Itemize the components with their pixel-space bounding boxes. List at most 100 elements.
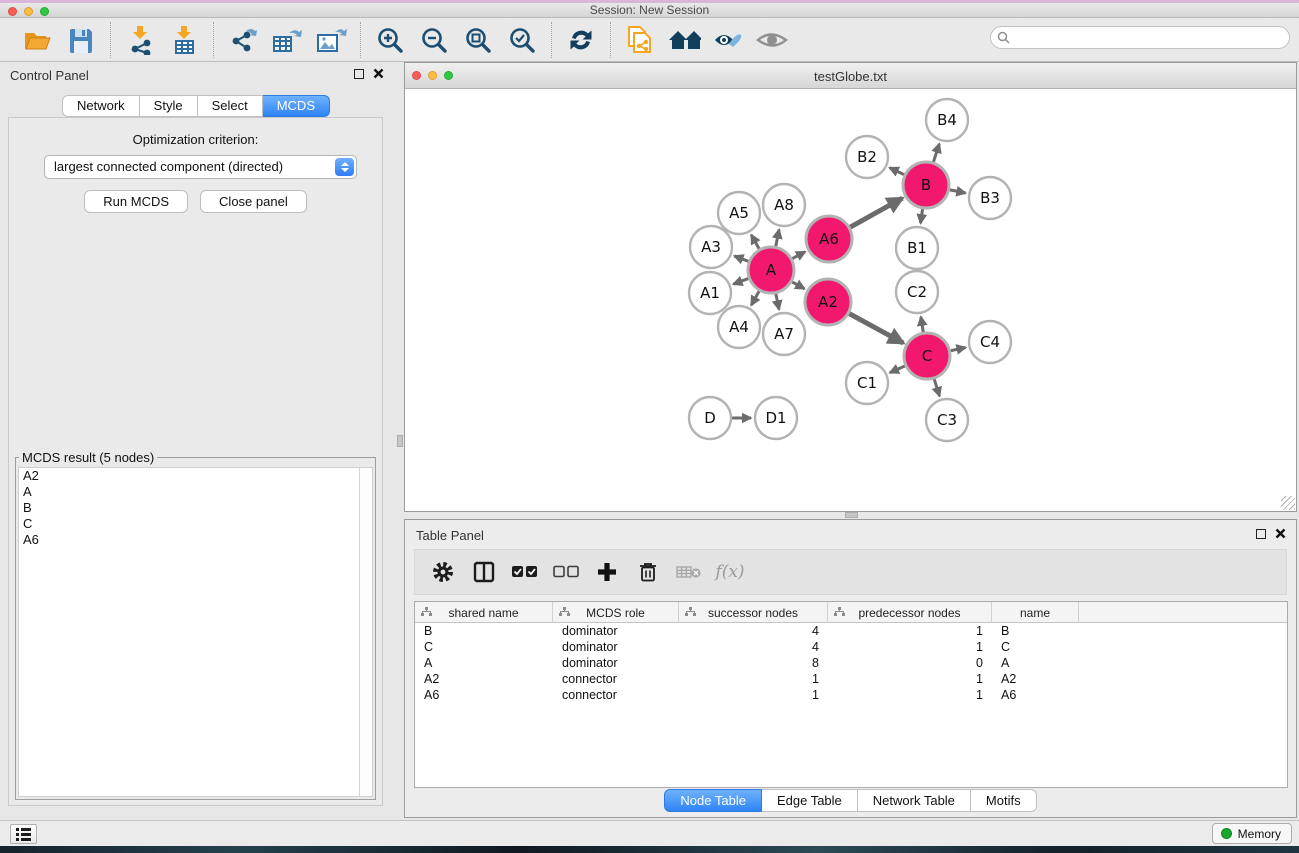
edit-visibility-icon[interactable] xyxy=(711,24,745,56)
float-panel-icon[interactable] xyxy=(354,69,364,79)
graph-node-D1[interactable]: D1 xyxy=(755,397,797,439)
export-table-icon[interactable] xyxy=(270,24,304,56)
add-row-icon[interactable] xyxy=(591,556,623,588)
graph-node-B4[interactable]: B4 xyxy=(926,99,968,141)
search-icon xyxy=(997,31,1010,44)
home-icon[interactable] xyxy=(667,24,701,56)
tab-mcds[interactable]: MCDS xyxy=(263,95,330,117)
delete-table-disabled-icon xyxy=(673,556,705,588)
table-cell: C xyxy=(992,639,1079,655)
table-cell: 1 xyxy=(679,671,828,687)
tab-network[interactable]: Network xyxy=(62,95,140,117)
zoom-in-icon[interactable] xyxy=(373,24,407,56)
graph-node-C2[interactable]: C2 xyxy=(896,271,938,313)
memory-button[interactable]: Memory xyxy=(1212,823,1292,844)
graph-node-C3[interactable]: C3 xyxy=(926,399,968,441)
close-panel-icon[interactable] xyxy=(1275,528,1286,539)
import-table-icon[interactable] xyxy=(167,24,201,56)
graph-node-B3[interactable]: B3 xyxy=(969,177,1011,219)
mcds-result-item[interactable]: A6 xyxy=(19,532,372,548)
refresh-layout-icon[interactable] xyxy=(564,24,598,56)
show-hidden-eye-icon[interactable] xyxy=(755,24,789,56)
export-network-icon[interactable] xyxy=(226,24,260,56)
tab-motifs[interactable]: Motifs xyxy=(971,789,1037,812)
column-header-name[interactable]: name xyxy=(992,602,1079,623)
graph-node-A4[interactable]: A4 xyxy=(718,306,760,348)
search-input[interactable] xyxy=(990,26,1290,49)
table-row[interactable]: Cdominator41C xyxy=(415,639,1287,655)
column-header-filler xyxy=(1079,602,1287,623)
export-image-icon[interactable] xyxy=(314,24,348,56)
select-all-checkboxes-icon[interactable] xyxy=(509,556,541,588)
mcds-result-list[interactable]: A2ABCA6 xyxy=(18,467,373,797)
zoom-fit-icon[interactable] xyxy=(461,24,495,56)
table-cell: B xyxy=(415,623,553,639)
network-canvas[interactable]: B4 B2 B B3 A8A5 A6 A3 B1 A A1 C2 A2 A4A7 C4 C C1 D D1 C3 xyxy=(405,89,1296,511)
control-panel-title: Control Panel xyxy=(10,68,89,83)
mcds-result-item[interactable]: B xyxy=(19,500,372,516)
tab-network-table[interactable]: Network Table xyxy=(858,789,971,812)
mcds-result-item[interactable]: A xyxy=(19,484,372,500)
open-session-icon[interactable] xyxy=(20,24,54,56)
tab-node-table[interactable]: Node Table xyxy=(664,789,762,812)
window-resize-grip[interactable] xyxy=(1281,496,1295,510)
graph-node-A3[interactable]: A3 xyxy=(690,226,732,268)
toolbar-separator xyxy=(551,22,552,58)
list-scrollbar[interactable] xyxy=(359,468,372,796)
deselect-all-checkboxes-icon[interactable] xyxy=(550,556,582,588)
svg-text:B4: B4 xyxy=(937,111,957,129)
duplicate-network-icon[interactable] xyxy=(623,24,657,56)
mcds-result-item[interactable]: A2 xyxy=(19,468,372,484)
zoom-selected-icon[interactable] xyxy=(505,24,539,56)
table-cell: dominator xyxy=(553,655,679,671)
split-columns-icon[interactable] xyxy=(468,556,500,588)
graph-node-D[interactable]: D xyxy=(689,397,731,439)
graph-node-B2[interactable]: B2 xyxy=(846,136,888,178)
svg-text:A2: A2 xyxy=(818,293,838,311)
criterion-dropdown[interactable]: largest connected component (directed) xyxy=(44,155,357,179)
graph-node-C[interactable]: C xyxy=(904,333,950,379)
table-cell: A xyxy=(415,655,553,671)
graph-node-A8[interactable]: A8 xyxy=(763,184,805,226)
column-header-successor-nodes[interactable]: successor nodes xyxy=(679,602,828,623)
graph-node-B1[interactable]: B1 xyxy=(896,227,938,269)
graph-node-A6[interactable]: A6 xyxy=(806,216,852,262)
zoom-out-icon[interactable] xyxy=(417,24,451,56)
graph-node-A7[interactable]: A7 xyxy=(763,313,805,355)
close-panel-icon[interactable] xyxy=(373,68,384,79)
settings-gear-icon[interactable] xyxy=(427,556,459,588)
svg-text:C: C xyxy=(922,347,932,365)
close-panel-button[interactable]: Close panel xyxy=(200,190,307,213)
tab-style[interactable]: Style xyxy=(140,95,198,117)
graph-node-A2[interactable]: A2 xyxy=(805,279,851,325)
panel-splitter-handle[interactable] xyxy=(845,512,858,518)
mcds-result-item[interactable]: C xyxy=(19,516,372,532)
float-panel-icon[interactable] xyxy=(1256,529,1266,539)
run-mcds-button[interactable]: Run MCDS xyxy=(84,190,188,213)
task-history-button[interactable] xyxy=(10,824,37,844)
graph-node-A[interactable]: A xyxy=(748,247,794,293)
table-cell: A6 xyxy=(992,687,1079,703)
save-session-icon[interactable] xyxy=(64,24,98,56)
graph-node-C4[interactable]: C4 xyxy=(969,321,1011,363)
delete-selected-icon[interactable] xyxy=(632,556,664,588)
graph-node-B[interactable]: B xyxy=(903,162,949,208)
tab-edge-table[interactable]: Edge Table xyxy=(762,789,858,812)
graph-node-A1[interactable]: A1 xyxy=(689,272,731,314)
svg-text:A6: A6 xyxy=(819,230,839,248)
graph-node-A5[interactable]: A5 xyxy=(718,192,760,234)
column-header-shared-name[interactable]: shared name xyxy=(415,602,553,623)
column-header-MCDS-role[interactable]: MCDS role xyxy=(553,602,679,623)
svg-text:C2: C2 xyxy=(907,283,927,301)
table-row[interactable]: A2connector11A2 xyxy=(415,671,1287,687)
table-row[interactable]: Bdominator41B xyxy=(415,623,1287,639)
import-network-icon[interactable] xyxy=(123,24,157,56)
network-window-titlebar[interactable]: testGlobe.txt xyxy=(405,63,1296,89)
panel-splitter-handle[interactable] xyxy=(397,435,403,447)
table-row[interactable]: A6connector11A6 xyxy=(415,687,1287,703)
graph-node-C1[interactable]: C1 xyxy=(846,362,888,404)
svg-text:D: D xyxy=(704,409,716,427)
column-header-predecessor-nodes[interactable]: predecessor nodes xyxy=(828,602,992,623)
table-row[interactable]: Adominator80A xyxy=(415,655,1287,671)
tab-select[interactable]: Select xyxy=(198,95,263,117)
